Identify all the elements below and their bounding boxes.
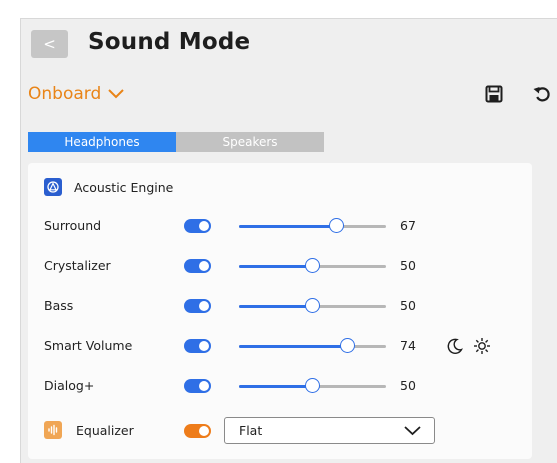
slider-fill: [239, 265, 313, 268]
crystalizer-slider[interactable]: [239, 258, 386, 273]
profile-selected-value: Onboard: [28, 84, 102, 104]
tab-speakers[interactable]: Speakers: [176, 132, 324, 152]
save-icon[interactable]: [485, 85, 503, 103]
slider-fill: [239, 225, 338, 228]
dialog-plus-toggle[interactable]: [184, 379, 211, 393]
surround-label: Surround: [44, 218, 102, 233]
acoustic-engine-header: Acoustic Engine: [44, 178, 173, 196]
smart-volume-toggle[interactable]: [184, 339, 211, 353]
slider-thumb[interactable]: [304, 298, 320, 313]
page-title: Sound Mode: [88, 29, 251, 55]
reset-icon[interactable]: [532, 85, 552, 103]
smart-volume-row: Smart Volume 74: [28, 335, 532, 357]
equalizer-preset-value: Flat: [239, 423, 263, 438]
slider-fill: [239, 385, 313, 388]
crystalizer-label: Crystalizer: [44, 258, 111, 273]
slider-thumb[interactable]: [329, 218, 345, 233]
toggle-knob: [199, 261, 209, 271]
chevron-down-icon: [108, 89, 124, 99]
back-button[interactable]: <: [31, 30, 68, 58]
toggle-knob: [199, 341, 209, 351]
dialog-plus-label: Dialog+: [44, 378, 95, 393]
toggle-knob: [199, 221, 209, 231]
equalizer-row: Equalizer Flat: [28, 417, 532, 444]
smart-volume-slider[interactable]: [239, 338, 386, 353]
slider-thumb[interactable]: [339, 338, 355, 353]
acoustic-engine-label: Acoustic Engine: [74, 179, 174, 195]
equalizer-icon: [44, 421, 62, 439]
bass-value: 50: [400, 298, 416, 313]
toggle-knob: [199, 381, 209, 391]
settings-panel: Acoustic Engine Surround 67 Crystalizer …: [28, 163, 532, 459]
dialog-plus-value: 50: [400, 378, 416, 393]
slider-fill: [239, 305, 313, 308]
surround-value: 67: [400, 218, 416, 233]
toggle-knob: [199, 426, 209, 436]
equalizer-preset-select[interactable]: Flat: [224, 417, 435, 444]
sun-icon[interactable]: [473, 337, 491, 355]
bass-row: Bass 50: [28, 295, 532, 317]
surround-row: Surround 67: [28, 215, 532, 237]
crystalizer-toggle[interactable]: [184, 259, 211, 273]
output-tabs: Headphones Speakers: [28, 132, 324, 152]
smart-volume-value: 74: [400, 338, 416, 353]
surround-slider[interactable]: [239, 218, 386, 233]
bass-slider[interactable]: [239, 298, 386, 313]
equalizer-toggle[interactable]: [184, 424, 211, 438]
dialog-plus-slider[interactable]: [239, 378, 386, 393]
chevron-left-icon: <: [43, 35, 56, 53]
crystalizer-row: Crystalizer 50: [28, 255, 532, 277]
slider-thumb[interactable]: [304, 378, 320, 393]
dialog-plus-row: Dialog+ 50: [28, 375, 532, 397]
crystalizer-value: 50: [400, 258, 416, 273]
bass-label: Bass: [44, 298, 74, 313]
bass-toggle[interactable]: [184, 299, 211, 313]
moon-icon[interactable]: [446, 337, 464, 355]
tab-headphones[interactable]: Headphones: [28, 132, 176, 152]
smart-volume-label: Smart Volume: [44, 338, 133, 353]
acoustic-engine-icon: [44, 178, 62, 196]
chevron-down-icon: [404, 426, 421, 436]
slider-fill: [239, 345, 348, 348]
equalizer-label: Equalizer: [76, 423, 134, 438]
toggle-knob: [199, 301, 209, 311]
slider-thumb[interactable]: [304, 258, 320, 273]
surround-toggle[interactable]: [184, 219, 211, 233]
sound-mode-window: < Sound Mode Onboard Headphones Speakers…: [20, 18, 557, 463]
profile-dropdown[interactable]: Onboard: [28, 84, 124, 104]
